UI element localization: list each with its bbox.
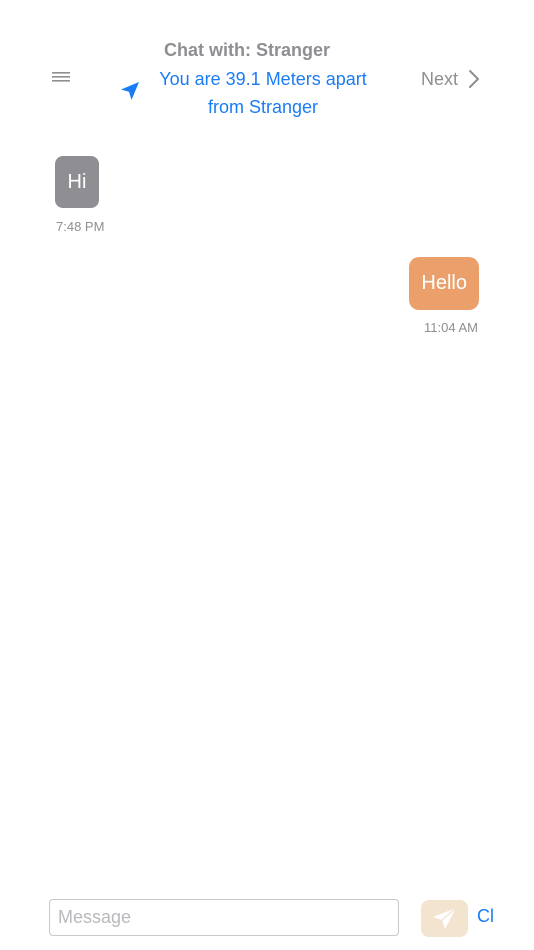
message-text: Hi [67, 170, 87, 193]
hamburger-menu-icon [52, 72, 70, 82]
distance-indicator: You are 39.1 Meters apart from Stranger [118, 65, 408, 121]
location-arrow-icon [121, 82, 139, 100]
send-button[interactable] [421, 900, 468, 937]
next-button[interactable]: Next [421, 66, 480, 92]
chat-title: Chat with: Stranger [0, 40, 494, 61]
message-timestamp: 7:48 PM [56, 219, 105, 234]
message-text: Hello [421, 272, 467, 294]
message-input[interactable] [49, 899, 399, 936]
chevron-right-icon [469, 70, 480, 88]
distance-text: You are 39.1 Meters apart from Stranger [159, 69, 367, 117]
paper-plane-icon [432, 906, 456, 929]
next-label: Next [421, 68, 459, 89]
menu-button[interactable] [50, 70, 74, 88]
message-timestamp: 11:04 AM [424, 320, 478, 335]
clear-button[interactable]: Cl [477, 906, 495, 927]
incoming-message-bubble: Hi [55, 156, 99, 208]
chat-title-text: Chat with: Stranger [163, 40, 330, 60]
chat-screen: Chat with: Stranger You are 39.1 Meters … [0, 0, 534, 950]
outgoing-message-bubble: Hello [409, 257, 479, 310]
